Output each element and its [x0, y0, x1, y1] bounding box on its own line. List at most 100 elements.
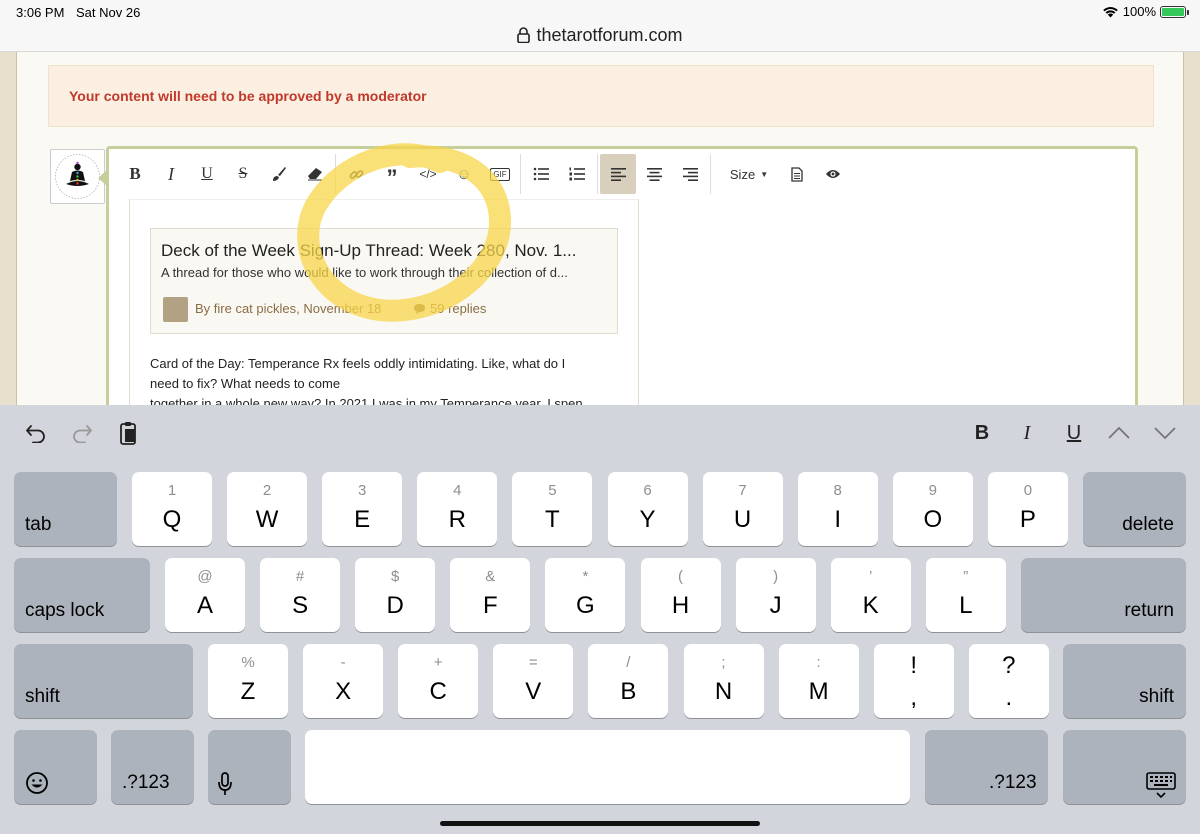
size-label: Size — [729, 166, 756, 182]
previous-field-button[interactable] — [1105, 419, 1133, 447]
key-u[interactable]: 7U — [702, 472, 783, 546]
embed-meta: By fire cat pickles, November 18 — [195, 301, 382, 316]
key-v[interactable]: = V — [493, 644, 574, 718]
thread-embed-card[interactable]: Deck of the Week Sign-Up Thread: Week 28… — [150, 228, 618, 334]
key-l[interactable]: ” L — [925, 558, 1006, 632]
emoji-button[interactable]: ☺ — [446, 154, 482, 194]
caps-lock-key[interactable]: caps lock — [14, 558, 150, 632]
key-s[interactable]: # S — [260, 558, 341, 632]
battery-percent: 100% — [1122, 4, 1156, 19]
user-avatar[interactable] — [50, 149, 105, 204]
paste-button[interactable] — [114, 419, 142, 447]
size-dropdown[interactable]: Size ▼ — [719, 154, 779, 194]
key-z[interactable]: % Z — [208, 644, 288, 718]
key-period[interactable]: ?. — [968, 644, 1049, 718]
editor-content[interactable]: Deck of the Week Sign-Up Thread: Week 28… — [129, 199, 639, 405]
key-i[interactable]: 8I — [797, 472, 878, 546]
key-n[interactable]: ; N — [683, 644, 764, 718]
bullet-list-button[interactable] — [523, 154, 559, 194]
key-h[interactable]: (H — [640, 558, 721, 632]
rich-text-editor[interactable]: B I U S ” </> ☺ GIF Size ▼ Deck of the W… — [106, 146, 1138, 405]
toolbar-separator — [710, 154, 711, 194]
return-key[interactable]: return — [1021, 558, 1186, 632]
key-f[interactable]: & F — [450, 558, 531, 632]
bold-button[interactable]: B — [117, 154, 153, 194]
align-left-button[interactable] — [600, 154, 636, 194]
gif-button[interactable]: GIF — [482, 154, 518, 194]
key-r[interactable]: 4R — [417, 472, 498, 546]
key-primary-char: Q — [162, 506, 182, 533]
key-secondary-char: @ — [197, 568, 213, 585]
italic-format-button[interactable]: I — [1013, 419, 1041, 447]
moderation-notice: Your content will need to be approved by… — [48, 65, 1154, 127]
key-secondary-char: 7 — [738, 482, 747, 499]
tab-key[interactable]: tab — [14, 472, 117, 546]
key-c[interactable]: + C — [398, 644, 479, 718]
numbers-key-left[interactable]: .?123 — [111, 730, 194, 804]
key-primary-char: . — [1005, 684, 1013, 711]
eraser-icon — [308, 168, 322, 181]
key-b[interactable]: / B — [588, 644, 669, 718]
space-key[interactable] — [305, 730, 910, 804]
key-d[interactable]: $ D — [355, 558, 436, 632]
key-m[interactable]: :M — [778, 644, 859, 718]
key-secondary-char: 8 — [833, 482, 842, 499]
key-secondary-char: ’ — [869, 568, 873, 585]
brush-icon — [273, 167, 286, 181]
bold-format-button[interactable]: B — [968, 419, 996, 447]
key-primary-char: M — [808, 678, 829, 705]
emoji-key[interactable] — [14, 730, 97, 804]
left-shift-key[interactable]: shift — [14, 644, 193, 718]
undo-button[interactable] — [22, 419, 50, 447]
key-p[interactable]: 0P — [987, 472, 1068, 546]
key-comma[interactable]: !, — [873, 644, 954, 718]
key-secondary-char: 5 — [548, 482, 557, 499]
link-button[interactable] — [338, 154, 374, 194]
key-secondary-char: ? — [1002, 652, 1016, 679]
align-right-button[interactable] — [672, 154, 708, 194]
address-bar[interactable]: thetarotforum.com — [0, 25, 1200, 46]
key-g[interactable]: * G — [545, 558, 626, 632]
underline-format-button[interactable]: U — [1060, 419, 1088, 447]
key-e[interactable]: 3E — [322, 472, 403, 546]
delete-key[interactable]: delete — [1083, 472, 1186, 546]
quote-button[interactable]: ” — [374, 154, 410, 194]
hide-keyboard-key[interactable] — [1063, 730, 1186, 804]
clear-formatting-button[interactable] — [297, 154, 333, 194]
key-w[interactable]: 2W — [227, 472, 308, 546]
underline-button[interactable]: U — [189, 154, 225, 194]
key-q[interactable]: 1Q — [132, 472, 212, 546]
template-button[interactable] — [779, 154, 815, 194]
preview-icon — [826, 170, 840, 178]
post-body-text[interactable]: Card of the Day: Temperance Rx feels odd… — [150, 354, 630, 405]
keyboard-shortcut-bar: B I U — [0, 405, 1200, 461]
numbers-key-right[interactable]: .?123 — [925, 730, 1048, 804]
key-y[interactable]: 6Y — [607, 472, 688, 546]
embed-title[interactable]: Deck of the Week Sign-Up Thread: Week 28… — [161, 241, 576, 261]
strikethrough-button[interactable]: S — [225, 154, 261, 194]
code-button[interactable]: </> — [410, 154, 446, 194]
dictation-key[interactable] — [208, 730, 291, 804]
align-right-icon — [682, 167, 698, 181]
right-shift-key[interactable]: shift — [1063, 644, 1186, 718]
key-k[interactable]: ’ K — [830, 558, 911, 632]
numbered-list-button[interactable] — [559, 154, 595, 194]
next-field-button[interactable] — [1151, 419, 1179, 447]
key-primary-char: H — [671, 592, 690, 619]
key-t[interactable]: 5T — [512, 472, 593, 546]
key-secondary-char: # — [295, 568, 305, 585]
gif-icon: GIF — [490, 167, 510, 181]
preview-button[interactable] — [815, 154, 851, 194]
key-j[interactable]: ) J — [735, 558, 816, 632]
align-center-button[interactable] — [636, 154, 672, 194]
home-indicator[interactable] — [440, 821, 760, 826]
redo-button[interactable] — [68, 419, 96, 447]
italic-button[interactable]: I — [153, 154, 189, 194]
key-secondary-char: 0 — [1023, 482, 1033, 499]
text-color-button[interactable] — [261, 154, 297, 194]
key-x[interactable]: -X — [303, 644, 384, 718]
browser-top-bar: 3:06 PM Sat Nov 26 100% thetarotforum.co… — [0, 0, 1200, 52]
key-a[interactable]: @ A — [165, 558, 245, 632]
toolbar-separator — [335, 154, 336, 194]
key-o[interactable]: 9O — [892, 472, 973, 546]
